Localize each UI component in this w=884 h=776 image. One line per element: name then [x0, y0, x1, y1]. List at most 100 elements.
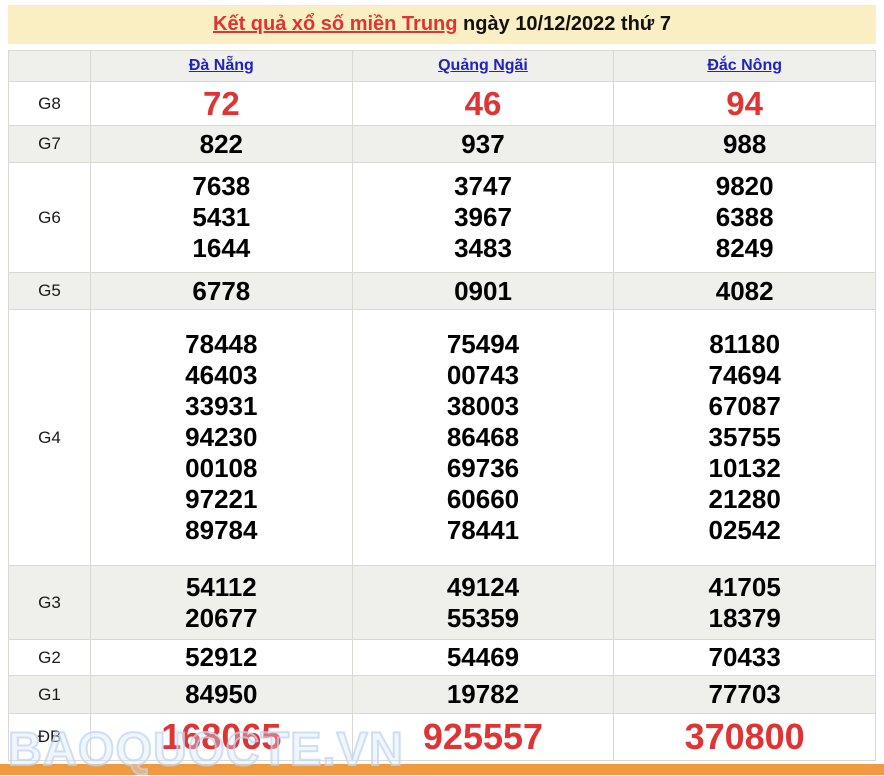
prize-cell-G5-col1: 0901 [352, 273, 614, 310]
prize-number: 00108 [91, 453, 352, 484]
results-table: Đà NẵngQuảng NgãiĐắc Nông G8724694G78229… [8, 50, 876, 761]
column-header-2: Đắc Nông [614, 51, 876, 82]
prize-cell-G2-col1: 54469 [352, 640, 614, 676]
prize-number: 3483 [353, 233, 614, 264]
title-date-text: ngày 10/12/2022 thứ 7 [457, 13, 671, 35]
prize-number: 94 [614, 85, 875, 123]
column-header-0: Đà Nẵng [91, 51, 353, 82]
prize-row-G6: G6763854311644374739673483982063888249 [9, 163, 876, 273]
prize-label-G7: G7 [9, 126, 91, 163]
prize-number: 02542 [614, 515, 875, 546]
prize-number: 3967 [353, 202, 614, 233]
column-link-1[interactable]: Quảng Ngãi [438, 57, 528, 74]
prize-label-G8: G8 [9, 82, 91, 126]
prize-number: 35755 [614, 422, 875, 453]
prize-number: 97221 [91, 484, 352, 515]
prize-cell-ĐB-col1: 925557 [352, 714, 614, 761]
prize-number: 60660 [353, 484, 614, 515]
prize-number: 54469 [353, 642, 614, 673]
prize-row-G2: G2529125446970433 [9, 640, 876, 676]
prize-number: 6778 [91, 276, 352, 307]
prize-number: 81180 [614, 329, 875, 360]
prize-number: 8249 [614, 233, 875, 264]
column-header-row: Đà Nẵng Quảng Ngãi Đắc Nông [9, 51, 876, 82]
prize-row-G5: G5677809014082 [9, 273, 876, 310]
prize-number: 94230 [91, 422, 352, 453]
prize-number: 84950 [91, 679, 352, 710]
prize-number: 86468 [353, 422, 614, 453]
prize-number: 41705 [614, 572, 875, 603]
prize-number: 77703 [614, 679, 875, 710]
prize-cell-G8-col2: 94 [614, 82, 876, 126]
prize-label-G4: G4 [9, 310, 91, 566]
prize-cell-G3-col0: 5411220677 [91, 566, 353, 640]
title-link[interactable]: Kết quả xổ số miền Trung [213, 13, 457, 35]
prize-number: 20677 [91, 603, 352, 634]
prize-label-G6: G6 [9, 163, 91, 273]
prize-cell-G6-col2: 982063888249 [614, 163, 876, 273]
prize-number: 78441 [353, 515, 614, 546]
prize-number: 33931 [91, 391, 352, 422]
prize-number: 3747 [353, 171, 614, 202]
prize-number: 5431 [91, 202, 352, 233]
prize-row-G8: G8724694 [9, 82, 876, 126]
prize-number: 75494 [353, 329, 614, 360]
prize-number: 9820 [614, 171, 875, 202]
prize-number: 937 [353, 129, 614, 160]
prize-number: 89784 [91, 515, 352, 546]
prize-number: 70433 [614, 642, 875, 673]
page-title: Kết quả xổ số miền Trung ngày 10/12/2022… [213, 13, 671, 36]
prize-cell-G7-col1: 937 [352, 126, 614, 163]
page: Kết quả xổ số miền Trung ngày 10/12/2022… [0, 5, 884, 775]
prize-number: 52912 [91, 642, 352, 673]
column-link-2[interactable]: Đắc Nông [707, 57, 782, 74]
prize-row-G7: G7822937988 [9, 126, 876, 163]
prize-cell-G6-col1: 374739673483 [352, 163, 614, 273]
prize-number: 168065 [91, 716, 352, 758]
prize-cell-G8-col1: 46 [352, 82, 614, 126]
column-header-corner [9, 51, 91, 82]
prize-number: 0901 [353, 276, 614, 307]
prize-cell-G8-col0: 72 [91, 82, 353, 126]
title-bar: Kết quả xổ số miền Trung ngày 10/12/2022… [8, 5, 876, 44]
prize-cell-G1-col2: 77703 [614, 676, 876, 714]
prize-number: 38003 [353, 391, 614, 422]
prize-label-G3: G3 [9, 566, 91, 640]
prize-number: 4082 [614, 276, 875, 307]
column-header-1: Quảng Ngãi [352, 51, 614, 82]
prize-row-G1: G1849501978277703 [9, 676, 876, 714]
prize-cell-G3-col1: 4912455359 [352, 566, 614, 640]
prize-number: 46 [353, 85, 614, 123]
prize-label-G1: G1 [9, 676, 91, 714]
prize-number: 822 [91, 129, 352, 160]
prize-cell-G4-col1: 75494007433800386468697366066078441 [352, 310, 614, 566]
prize-cell-G2-col0: 52912 [91, 640, 353, 676]
prize-cell-G1-col1: 19782 [352, 676, 614, 714]
prize-number: 72 [91, 85, 352, 123]
prize-label-G2: G2 [9, 640, 91, 676]
prize-number: 46403 [91, 360, 352, 391]
prize-number: 74694 [614, 360, 875, 391]
prize-cell-G5-col0: 6778 [91, 273, 353, 310]
prize-number: 78448 [91, 329, 352, 360]
prize-number: 55359 [353, 603, 614, 634]
prize-number: 7638 [91, 171, 352, 202]
prize-number: 69736 [353, 453, 614, 484]
prize-row-ĐB: ĐB168065925557370800 [9, 714, 876, 761]
prize-number: 67087 [614, 391, 875, 422]
prize-row-G4: G478448464033393194230001089722189784754… [9, 310, 876, 566]
prize-number: 925557 [353, 716, 614, 758]
prize-cell-G5-col2: 4082 [614, 273, 876, 310]
prize-cell-G7-col0: 822 [91, 126, 353, 163]
prize-cell-G4-col0: 78448464033393194230001089722189784 [91, 310, 353, 566]
prize-number: 988 [614, 129, 875, 160]
prize-row-G3: G3541122067749124553594170518379 [9, 566, 876, 640]
prize-number: 18379 [614, 603, 875, 634]
prize-number: 49124 [353, 572, 614, 603]
results-body: G8724694G7822937988G67638543116443747396… [9, 82, 876, 761]
prize-number: 370800 [614, 716, 875, 758]
column-link-0[interactable]: Đà Nẵng [189, 57, 254, 74]
prize-cell-G6-col0: 763854311644 [91, 163, 353, 273]
prize-number: 00743 [353, 360, 614, 391]
prize-number: 1644 [91, 233, 352, 264]
